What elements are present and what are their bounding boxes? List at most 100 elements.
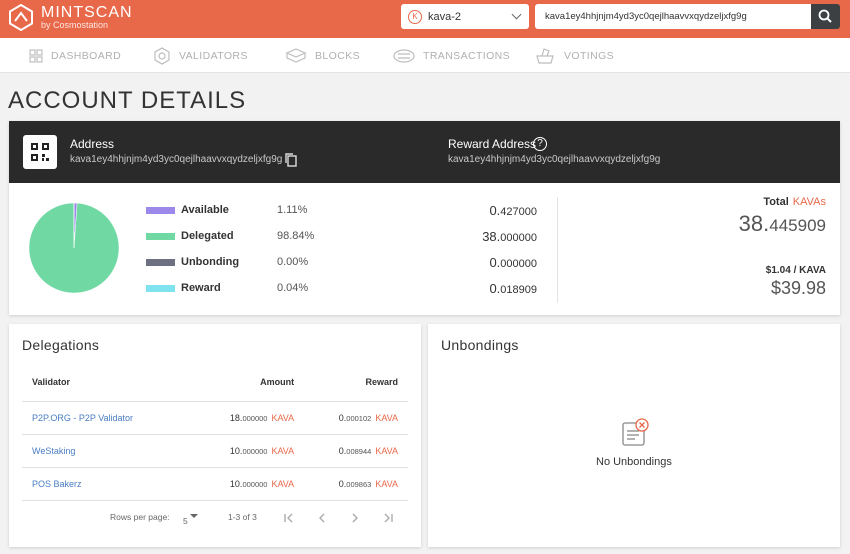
reward-dec: 000102 <box>346 413 372 423</box>
reward-unit: KAVA <box>375 478 398 489</box>
first-page-icon[interactable] <box>283 512 295 524</box>
column-header-validator[interactable]: Validator <box>22 364 192 402</box>
table-row: P2P.ORG - P2P Validator 18.000000 KAVA 0.… <box>22 401 408 435</box>
nav-dashboard[interactable]: DASHBOARD <box>29 38 121 73</box>
top-bar: MINTSCAN by Cosmostation K kava-2 <box>0 0 850 38</box>
address-value[interactable]: kava1ey4hhjnjm4yd3yc0qejlhaavvxqydzeljxf… <box>70 154 282 165</box>
amount-cell: 10.000000 KAVA <box>191 434 303 468</box>
nav-transactions[interactable]: TRANSACTIONS <box>393 38 510 73</box>
amount-dec: 000000 <box>242 413 268 423</box>
unbondings-card: Unbondings No Unbondings <box>428 324 840 547</box>
nav-validators[interactable]: VALIDATORS <box>153 38 248 73</box>
amount-cell: 10.000000 KAVA <box>191 467 303 501</box>
kava-chain-icon: K <box>408 9 422 24</box>
amount-unit: KAVA <box>271 445 295 456</box>
column-header-amount[interactable]: Amount <box>191 364 303 402</box>
kava-price: $1.04 / KAVA <box>765 265 826 276</box>
dashboard-icon <box>29 48 43 63</box>
account-card: Address kava1ey4hhjnjm4yd3yc0qejlhaavvxq… <box>9 121 840 315</box>
delegations-card: Delegations Validator Amount Reward P2P.… <box>9 324 421 547</box>
reward-unit: KAVA <box>375 445 398 456</box>
amount-int: 10. <box>229 445 243 456</box>
previous-page-icon[interactable] <box>316 512 328 524</box>
table-row: WeStaking 10.000000 KAVA 0.008944 KAVA <box>22 434 408 468</box>
amount-dec: 000000 <box>242 446 268 456</box>
reward-address-value[interactable]: kava1ey4hhjnjm4yd3yc0qejlhaavvxqydzeljxf… <box>448 154 660 165</box>
amount-available: 0.427000 <box>489 203 537 218</box>
legend-swatch-available <box>146 206 175 214</box>
legend-name: Available <box>181 204 229 216</box>
copy-icon[interactable] <box>284 152 298 168</box>
legend-name: Delegated <box>181 230 234 242</box>
search-button[interactable] <box>811 4 840 29</box>
delegations-title: Delegations <box>22 337 100 353</box>
amount-int: 0. <box>489 281 501 296</box>
help-icon[interactable]: ? <box>533 137 547 151</box>
legend-percent: 0.04% <box>277 282 309 294</box>
amount-unit: KAVA <box>271 412 295 423</box>
balance-pie-chart <box>29 203 119 293</box>
next-page-icon[interactable] <box>349 512 361 524</box>
total-int: 38. <box>738 211 770 236</box>
amount-int: 0. <box>489 255 501 270</box>
main-nav: DASHBOARD VALIDATORS BLOCKS TRANSACTIONS… <box>0 38 850 73</box>
search-input[interactable] <box>535 4 811 29</box>
amount-int: 38. <box>482 229 501 244</box>
brand-name[interactable]: MINTSCAN <box>41 4 133 21</box>
total-value: 38.445909 <box>739 211 826 237</box>
mintscan-logo-icon[interactable] <box>9 4 33 31</box>
legend-percent: 0.00% <box>277 256 309 268</box>
amount-dec: 000000 <box>500 232 537 244</box>
total-label: Total KAVAs <box>763 196 826 208</box>
chain-selector-label: kava-2 <box>428 10 462 23</box>
legend-percent: 1.11% <box>277 204 308 216</box>
reward-cell: 0.009863 KAVA <box>302 467 408 501</box>
reward-unit: KAVA <box>375 412 398 423</box>
rows-per-page-select[interactable]: 5 <box>183 512 199 526</box>
legend-row-reward: Reward 0.04% <box>146 280 308 296</box>
amount-dec: 018909 <box>500 284 537 296</box>
total-dec: 445909 <box>769 216 826 235</box>
rows-per-page-label: Rows per page: <box>110 512 170 522</box>
divider <box>557 197 558 303</box>
legend-swatch-unbonding <box>146 258 175 266</box>
qr-code-icon <box>31 143 49 161</box>
address-label: Address <box>70 137 115 151</box>
nav-votings[interactable]: VOTINGS <box>534 38 614 73</box>
table-header-row: Validator Amount Reward <box>22 364 408 402</box>
validator-link[interactable]: P2P.ORG - P2P Validator <box>22 401 192 435</box>
table-row: POS Bakerz 10.000000 KAVA 0.009863 KAVA <box>22 467 408 501</box>
table-pagination: Rows per page: 5 1-3 of 3 <box>9 508 409 528</box>
legend-row-delegated: Delegated 98.84% <box>146 228 314 244</box>
transactions-icon <box>393 48 415 63</box>
votings-icon <box>536 47 554 64</box>
reward-cell: 0.008944 KAVA <box>302 434 408 468</box>
legend-percent: 98.84% <box>277 230 315 242</box>
brand-subtitle: by Cosmostation <box>41 20 109 30</box>
last-page-icon[interactable] <box>382 512 394 524</box>
amount-dec: 427000 <box>500 206 537 218</box>
amount-int: 10. <box>229 478 243 489</box>
nav-validators-label: VALIDATORS <box>179 49 248 62</box>
reward-dec: 009863 <box>346 479 372 489</box>
delegations-table: Validator Amount Reward P2P.ORG - P2P Va… <box>22 364 408 501</box>
nav-blocks[interactable]: BLOCKS <box>285 38 360 73</box>
validator-link[interactable]: WeStaking <box>22 434 192 468</box>
legend-swatch-delegated <box>146 232 175 240</box>
rows-per-page-value: 5 <box>183 516 188 526</box>
page-title: ACCOUNT DETAILS <box>8 87 247 114</box>
qr-code-button[interactable] <box>23 135 57 169</box>
unbondings-title: Unbondings <box>441 337 519 353</box>
chevron-down-icon <box>511 9 522 20</box>
amount-int: 18. <box>229 412 243 423</box>
amount-int: 0. <box>489 203 501 218</box>
legend-name: Reward <box>181 282 221 294</box>
total-label-text: Total <box>763 196 789 208</box>
legend-swatch-reward <box>146 284 175 292</box>
chain-selector[interactable]: K kava-2 <box>401 4 529 29</box>
column-header-reward[interactable]: Reward <box>302 364 408 402</box>
amount-unbonding: 0.000000 <box>489 255 537 270</box>
validator-link[interactable]: POS Bakerz <box>22 467 192 501</box>
amount-reward: 0.018909 <box>489 281 537 296</box>
total-unit: KAVAs <box>792 196 826 208</box>
